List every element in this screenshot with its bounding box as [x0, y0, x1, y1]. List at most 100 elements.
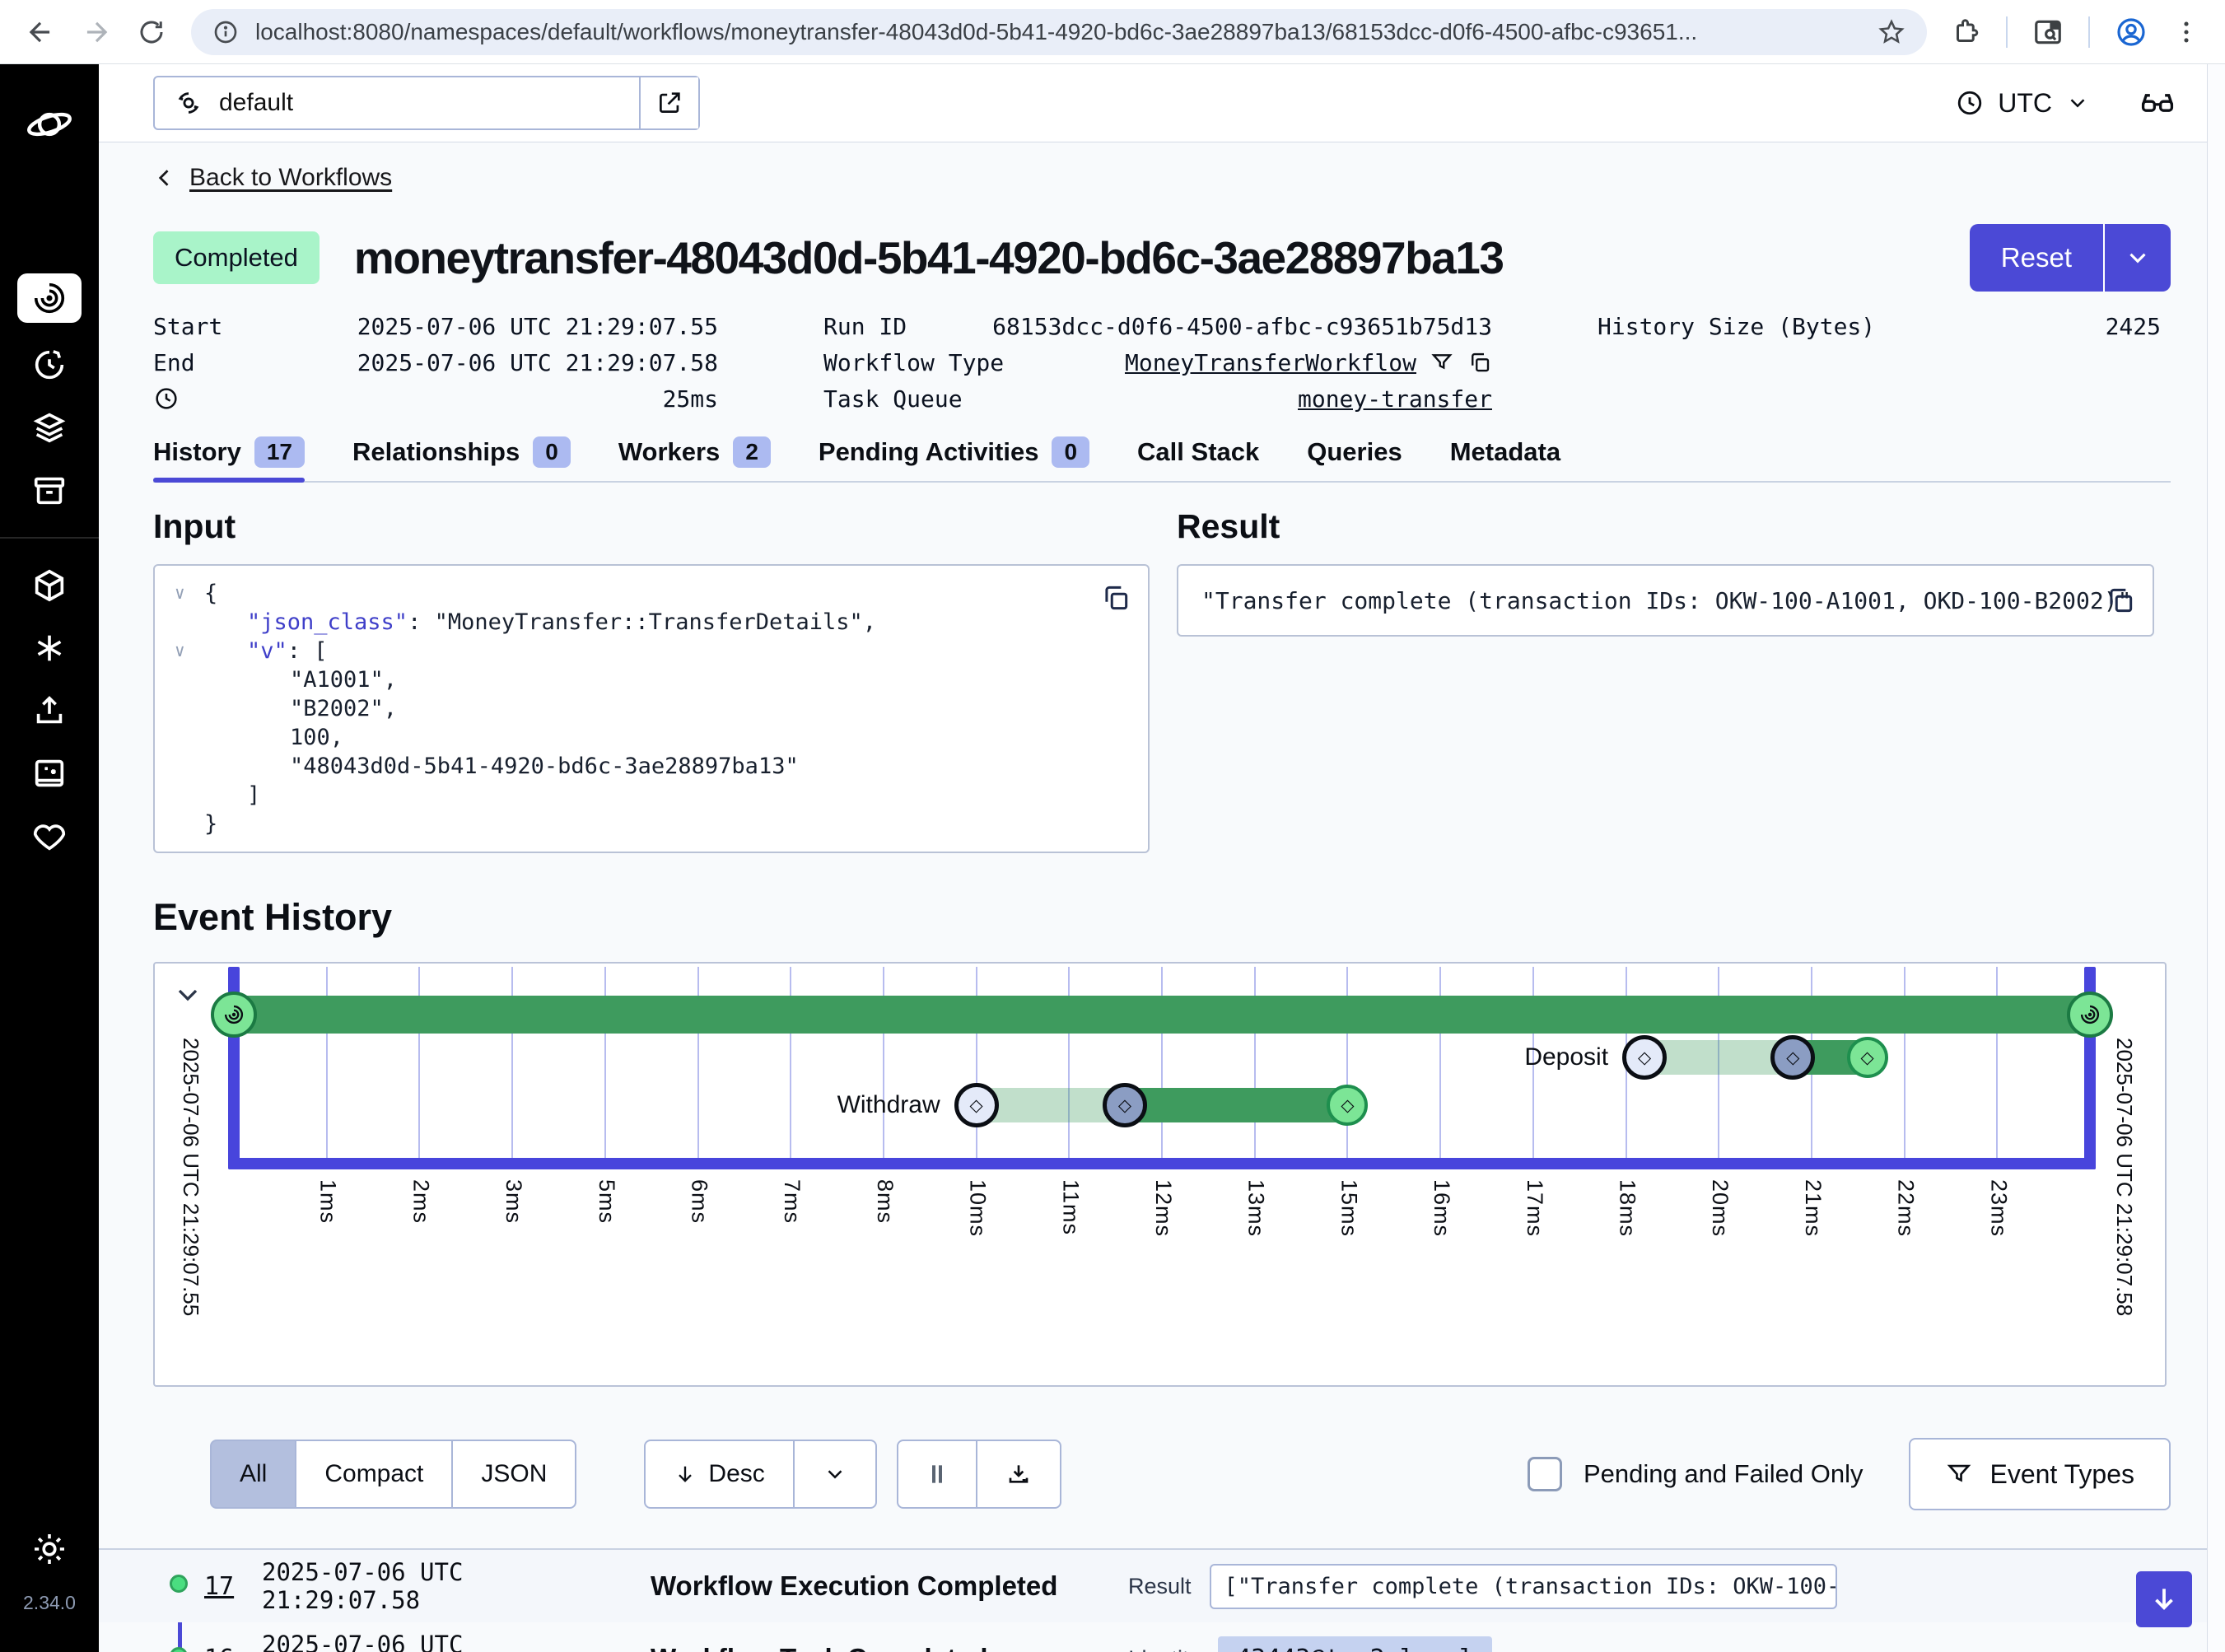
- workflow-end-marker[interactable]: [2067, 992, 2113, 1038]
- extensions-icon[interactable]: [1952, 17, 1981, 47]
- tab-metadata[interactable]: Metadata: [1450, 436, 1560, 481]
- workflow-type-link[interactable]: MoneyTransferWorkflow: [1125, 349, 1416, 376]
- sidebar-item-workflows[interactable]: [17, 273, 82, 323]
- timeline-collapse-button[interactable]: [171, 978, 204, 1011]
- event-row[interactable]: 172025-07-06 UTC 21:29:07.58Workflow Exe…: [99, 1550, 2225, 1622]
- json-line: "A1001",: [175, 665, 1074, 694]
- download-button[interactable]: [976, 1440, 1061, 1509]
- event-types-button[interactable]: Event Types: [1909, 1438, 2171, 1510]
- pending-failed-label: Pending and Failed Only: [1584, 1459, 1863, 1489]
- sidebar-item-import[interactable]: [17, 690, 82, 731]
- sort-desc-button[interactable]: Desc: [644, 1440, 794, 1509]
- sort-menu-button[interactable]: [793, 1440, 877, 1509]
- browser-reload-icon[interactable]: [137, 17, 166, 47]
- input-result-section: Input ∨{"json_class": "MoneyTransfer::Tr…: [153, 507, 2171, 853]
- json-indent: [204, 694, 290, 723]
- tab-relationships[interactable]: Relationships0: [352, 436, 571, 481]
- profile-icon[interactable]: [2115, 16, 2148, 49]
- tab-workers[interactable]: Workers2: [618, 436, 771, 481]
- workflow-type-label: Workflow Type: [823, 349, 1004, 376]
- tab-queries[interactable]: Queries: [1307, 436, 1402, 481]
- view-compact-button[interactable]: Compact: [295, 1440, 453, 1509]
- timeline-end-time: 2025-07-06 UTC 21:29:07.58: [2111, 1038, 2137, 1316]
- result-section: Result "Transfer complete (transaction I…: [1177, 507, 2154, 637]
- result-heading: Result: [1177, 507, 2154, 546]
- namespace-selector-value[interactable]: default: [155, 77, 639, 128]
- task-queue-link[interactable]: money-transfer: [1298, 385, 1492, 413]
- json-value: : [: [287, 637, 328, 665]
- scroll-to-bottom-button[interactable]: [2136, 1571, 2192, 1627]
- namespace-selector[interactable]: default: [153, 76, 700, 130]
- diamond-icon: ◇: [1341, 1097, 1354, 1114]
- side-panel-icon[interactable]: [2032, 16, 2064, 48]
- activity-scheduled-marker[interactable]: ◇: [954, 1083, 999, 1127]
- tab-count-badge: 2: [733, 436, 771, 468]
- event-id-link[interactable]: 16: [204, 1645, 250, 1652]
- collapse-gutter: [175, 723, 204, 752]
- site-info-icon[interactable]: [212, 19, 239, 45]
- workflow-metadata: Start2025-07-06 UTC 21:29:07.55 End2025-…: [153, 308, 2171, 417]
- namespace-name: default: [219, 89, 293, 117]
- event-id-link[interactable]: 17: [204, 1572, 250, 1601]
- copy-icon[interactable]: [1467, 350, 1492, 375]
- timeline-tick-label: 21ms: [1800, 1179, 1826, 1237]
- view-json-button[interactable]: JSON: [451, 1440, 576, 1509]
- reset-button[interactable]: Reset: [1970, 224, 2105, 292]
- schedules-icon: [30, 346, 68, 384]
- collapse-chevron-icon[interactable]: ∨: [175, 579, 204, 608]
- collapse-gutter: [175, 694, 204, 723]
- collapse-gutter: [175, 752, 204, 781]
- browser-forward-icon[interactable]: [81, 16, 112, 48]
- end-label: End: [153, 349, 195, 376]
- url-text[interactable]: localhost:8080/namespaces/default/workfl…: [255, 19, 1861, 45]
- filter-icon: [1945, 1460, 1973, 1488]
- copy-input-button[interactable]: [1100, 582, 1131, 614]
- timezone-selector[interactable]: UTC: [1955, 88, 2090, 119]
- sidebar-item-feedback[interactable]: [17, 815, 82, 856]
- pending-failed-checkbox[interactable]: [1528, 1457, 1562, 1491]
- tab-pending-activities[interactable]: Pending Activities0: [819, 436, 1089, 481]
- sidebar-item-docs[interactable]: [17, 753, 82, 794]
- theme-toggle-sun-icon[interactable]: [30, 1529, 69, 1569]
- timeline-tick-label: 22ms: [1893, 1179, 1919, 1237]
- sidebar-item-nexus[interactable]: [17, 628, 82, 669]
- chrome-separator: [2006, 16, 2008, 48]
- tab-call-stack[interactable]: Call Stack: [1137, 436, 1259, 481]
- event-history-timeline: 2025-07-06 UTC 21:29:07.55 2025-07-06 UT…: [153, 962, 2167, 1387]
- pause-button[interactable]: [897, 1440, 977, 1509]
- view-all-button[interactable]: All: [210, 1440, 296, 1509]
- collapse-chevron-icon[interactable]: ∨: [175, 637, 204, 665]
- event-row[interactable]: 162025-07-06 UTC 21:29:07.58Workflow Tas…: [99, 1622, 2225, 1652]
- activity-started-marker[interactable]: ◇: [1770, 1035, 1815, 1080]
- activity-scheduled-marker[interactable]: ◇: [1622, 1035, 1667, 1080]
- tab-label: Queries: [1307, 437, 1402, 467]
- tab-label: Relationships: [352, 437, 520, 467]
- bookmark-star-icon[interactable]: [1877, 18, 1905, 46]
- page-scrollbar-track[interactable]: [2207, 64, 2225, 1652]
- sidebar-item-namespaces[interactable]: [17, 565, 82, 606]
- labs-glasses-icon[interactable]: [2139, 85, 2176, 121]
- json-value: ,: [384, 694, 397, 723]
- activity-completed-marker[interactable]: ◇: [1847, 1037, 1888, 1078]
- temporal-logo-icon[interactable]: [24, 99, 75, 150]
- timeline-tick-label: 18ms: [1615, 1179, 1640, 1237]
- sidebar-item-schedules[interactable]: [17, 344, 82, 385]
- back-link[interactable]: Back to Workflows: [153, 164, 392, 192]
- activity-completed-marker[interactable]: ◇: [1327, 1085, 1368, 1126]
- event-name: Workflow Execution Completed: [651, 1570, 1112, 1602]
- copy-result-button[interactable]: [2105, 585, 2136, 616]
- timeline-tick-label: 6ms: [687, 1179, 712, 1224]
- namespace-open-button[interactable]: [639, 77, 698, 128]
- reset-menu-button[interactable]: [2105, 224, 2171, 292]
- filter-icon[interactable]: [1430, 350, 1454, 375]
- topbar: default UTC: [99, 64, 2225, 142]
- sidebar-item-archive[interactable]: [17, 469, 82, 511]
- tab-history[interactable]: History17: [153, 436, 305, 481]
- workflow-start-marker[interactable]: [211, 992, 257, 1038]
- chrome-menu-icon[interactable]: [2172, 18, 2200, 46]
- browser-back-icon[interactable]: [25, 16, 56, 48]
- sidebar-item-batch-operations[interactable]: [17, 407, 82, 448]
- timeline-tick-label: 20ms: [1707, 1179, 1733, 1237]
- address-bar[interactable]: localhost:8080/namespaces/default/workfl…: [191, 9, 1927, 55]
- activity-started-marker[interactable]: ◇: [1103, 1083, 1147, 1127]
